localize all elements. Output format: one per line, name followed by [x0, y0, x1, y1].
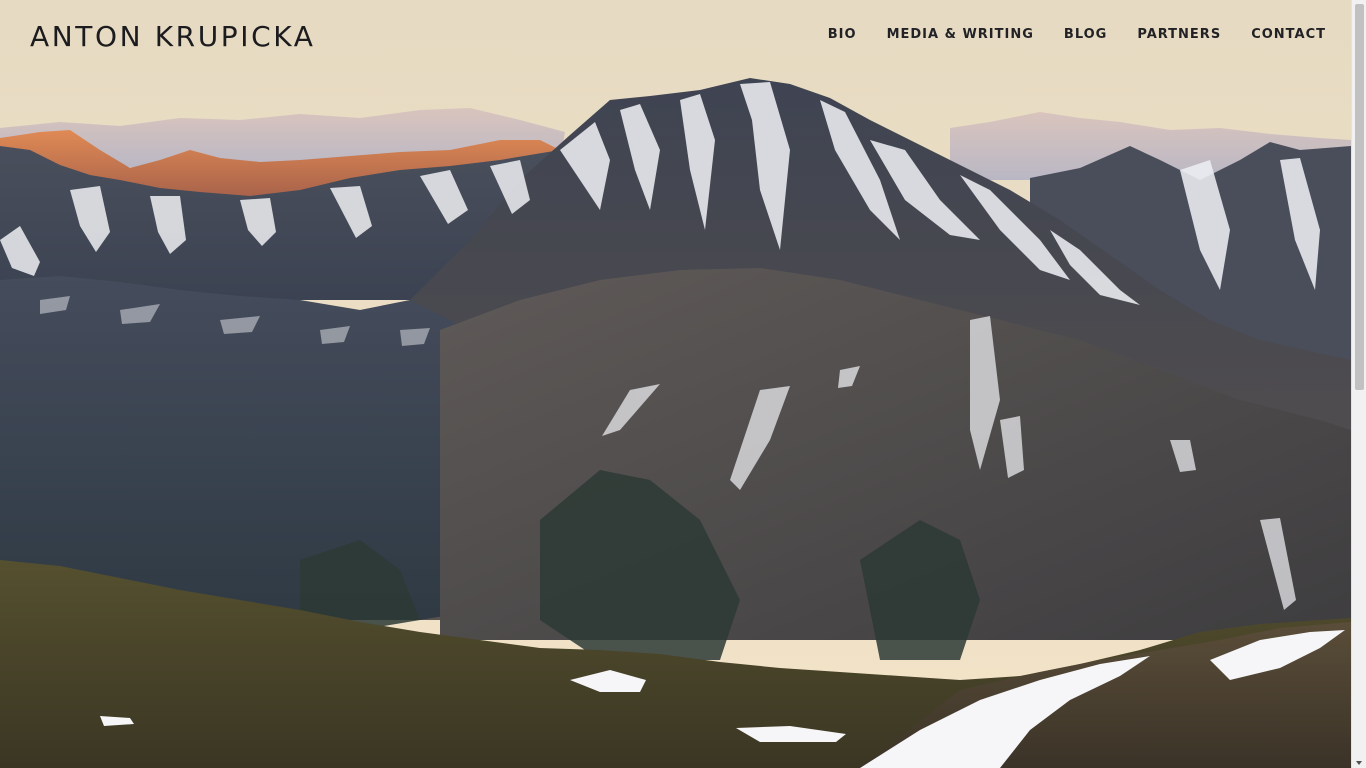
mountain-landscape-image: [0, 0, 1351, 768]
nav-link-contact[interactable]: CONTACT: [1251, 27, 1326, 42]
nav-item-contact: CONTACT: [1251, 25, 1326, 43]
nav-item-bio: BIO: [828, 25, 857, 43]
site-logo[interactable]: ANTON KRUPICKA: [30, 20, 316, 53]
nav-item-blog: BLOG: [1064, 25, 1107, 43]
nav-item-partners: PARTNERS: [1137, 25, 1221, 43]
scrollbar-thumb[interactable]: [1355, 4, 1364, 390]
nav-item-media-writing: MEDIA & WRITING: [887, 25, 1034, 43]
vertical-scrollbar[interactable]: [1351, 0, 1366, 768]
nav-link-blog[interactable]: BLOG: [1064, 27, 1107, 42]
nav-link-media-writing[interactable]: MEDIA & WRITING: [887, 27, 1034, 42]
scroll-down-arrow-icon[interactable]: [1356, 761, 1362, 765]
nav-link-bio[interactable]: BIO: [828, 27, 857, 42]
hero-landscape-photo: [0, 0, 1351, 768]
page: ANTON KRUPICKA BIO MEDIA & WRITING BLOG …: [0, 0, 1366, 768]
site-header: ANTON KRUPICKA BIO MEDIA & WRITING BLOG …: [0, 0, 1351, 75]
nav-link-partners[interactable]: PARTNERS: [1137, 27, 1221, 42]
main-navigation: BIO MEDIA & WRITING BLOG PARTNERS CONTAC…: [828, 25, 1326, 43]
